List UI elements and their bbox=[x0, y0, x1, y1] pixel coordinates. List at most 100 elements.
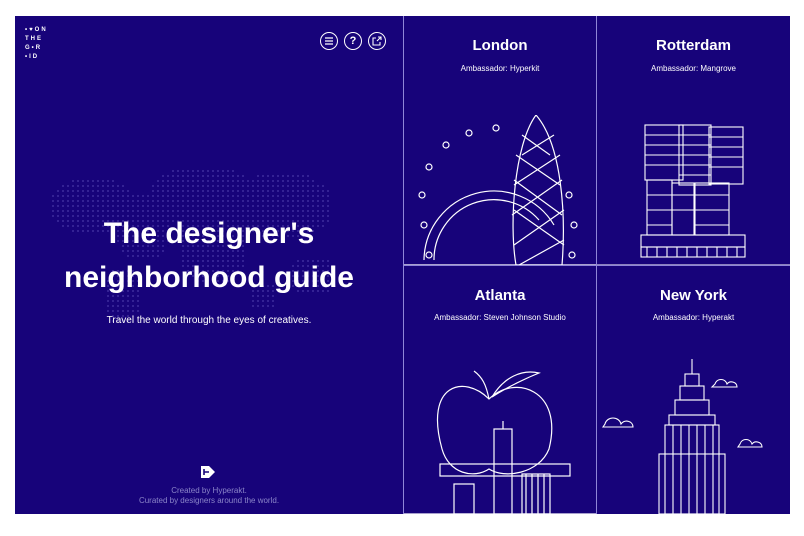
map-dot bbox=[272, 190, 274, 192]
map-dot bbox=[287, 200, 289, 202]
map-dot bbox=[282, 200, 284, 202]
map-dot bbox=[262, 200, 264, 202]
map-dot bbox=[117, 310, 119, 312]
map-dot bbox=[252, 185, 254, 187]
map-dot bbox=[192, 190, 194, 192]
map-dot bbox=[87, 190, 89, 192]
map-dot bbox=[127, 310, 129, 312]
map-dot bbox=[152, 200, 154, 202]
map-dot bbox=[92, 205, 94, 207]
map-dot bbox=[257, 200, 259, 202]
city-card-london[interactable]: London Ambassador: Hyperkit bbox=[403, 16, 597, 266]
map-dot bbox=[102, 185, 104, 187]
map-dot bbox=[172, 180, 174, 182]
map-dot bbox=[117, 305, 119, 307]
city-card-new-york[interactable]: New York Ambassador: Hyperakt bbox=[596, 266, 790, 514]
map-dot bbox=[82, 185, 84, 187]
map-dot bbox=[217, 190, 219, 192]
hyperakt-logo-icon[interactable] bbox=[201, 466, 215, 478]
map-dot bbox=[207, 175, 209, 177]
map-dot bbox=[292, 185, 294, 187]
map-dot bbox=[282, 175, 284, 177]
map-dot bbox=[132, 305, 134, 307]
map-dot bbox=[162, 185, 164, 187]
share-icon[interactable] bbox=[368, 32, 386, 50]
city-name: Rotterdam bbox=[655, 37, 731, 54]
map-dot bbox=[232, 175, 234, 177]
map-dot bbox=[207, 190, 209, 192]
map-dot bbox=[82, 180, 84, 182]
map-dot bbox=[157, 185, 159, 187]
map-dot bbox=[317, 185, 319, 187]
map-dot bbox=[62, 200, 64, 202]
map-dot bbox=[177, 185, 179, 187]
map-dot bbox=[292, 205, 294, 207]
map-dot bbox=[297, 205, 299, 207]
map-dot bbox=[92, 200, 94, 202]
map-dot bbox=[237, 205, 239, 207]
map-dot bbox=[272, 205, 274, 207]
map-dot bbox=[117, 190, 119, 192]
atlanta-skyline-illustration bbox=[404, 370, 597, 514]
logo-line-3: G•R bbox=[25, 45, 43, 51]
map-dot bbox=[292, 180, 294, 182]
map-dot bbox=[277, 205, 279, 207]
map-dot bbox=[122, 185, 124, 187]
map-dot bbox=[177, 170, 179, 172]
map-dot bbox=[207, 170, 209, 172]
map-dot bbox=[112, 200, 114, 202]
map-dot bbox=[307, 180, 309, 182]
city-card-rotterdam[interactable]: Rotterdam Ambassador: Mangrove bbox=[596, 16, 790, 266]
map-dot bbox=[302, 175, 304, 177]
map-dot bbox=[257, 305, 259, 307]
map-dot bbox=[207, 205, 209, 207]
map-dot bbox=[97, 185, 99, 187]
map-dot bbox=[107, 305, 109, 307]
hero-title-line-1: The designer's bbox=[103, 217, 315, 250]
map-dot bbox=[312, 205, 314, 207]
map-dot bbox=[177, 175, 179, 177]
map-dot bbox=[72, 195, 74, 197]
map-dot bbox=[297, 195, 299, 197]
map-dot bbox=[237, 190, 239, 192]
map-dot bbox=[212, 180, 214, 182]
map-dot bbox=[272, 185, 274, 187]
map-dot bbox=[242, 190, 244, 192]
map-dot bbox=[212, 200, 214, 202]
map-dot bbox=[267, 300, 269, 302]
map-dot bbox=[92, 190, 94, 192]
map-dot bbox=[232, 200, 234, 202]
map-dot bbox=[77, 195, 79, 197]
map-dot bbox=[212, 190, 214, 192]
map-dot bbox=[217, 180, 219, 182]
help-icon[interactable]: ? bbox=[344, 32, 362, 50]
city-name: Atlanta bbox=[474, 287, 526, 304]
map-dot bbox=[232, 170, 234, 172]
map-dot bbox=[307, 200, 309, 202]
map-dot bbox=[302, 180, 304, 182]
map-dot bbox=[122, 195, 124, 197]
menu-icon[interactable] bbox=[320, 32, 338, 50]
map-dot bbox=[97, 195, 99, 197]
map-dot bbox=[267, 175, 269, 177]
map-dot bbox=[102, 200, 104, 202]
map-dot bbox=[287, 175, 289, 177]
city-ambassador: Ambassador: Hyperkit bbox=[460, 64, 540, 73]
map-dot bbox=[122, 305, 124, 307]
map-dot bbox=[202, 200, 204, 202]
on-the-grid-logo[interactable]: •♥ON THE G•R •ID bbox=[25, 26, 69, 62]
map-dot bbox=[127, 205, 129, 207]
map-dot bbox=[207, 185, 209, 187]
city-card-atlanta[interactable]: Atlanta Ambassador: Steven Johnson Studi… bbox=[403, 266, 597, 514]
map-dot bbox=[152, 195, 154, 197]
map-dot bbox=[242, 195, 244, 197]
map-dot bbox=[92, 195, 94, 197]
map-dot bbox=[172, 170, 174, 172]
map-dot bbox=[317, 205, 319, 207]
logo-line-2: THE bbox=[25, 36, 43, 42]
map-dot bbox=[207, 180, 209, 182]
map-dot bbox=[212, 170, 214, 172]
map-dot bbox=[192, 195, 194, 197]
map-dot bbox=[177, 190, 179, 192]
map-dot bbox=[277, 200, 279, 202]
